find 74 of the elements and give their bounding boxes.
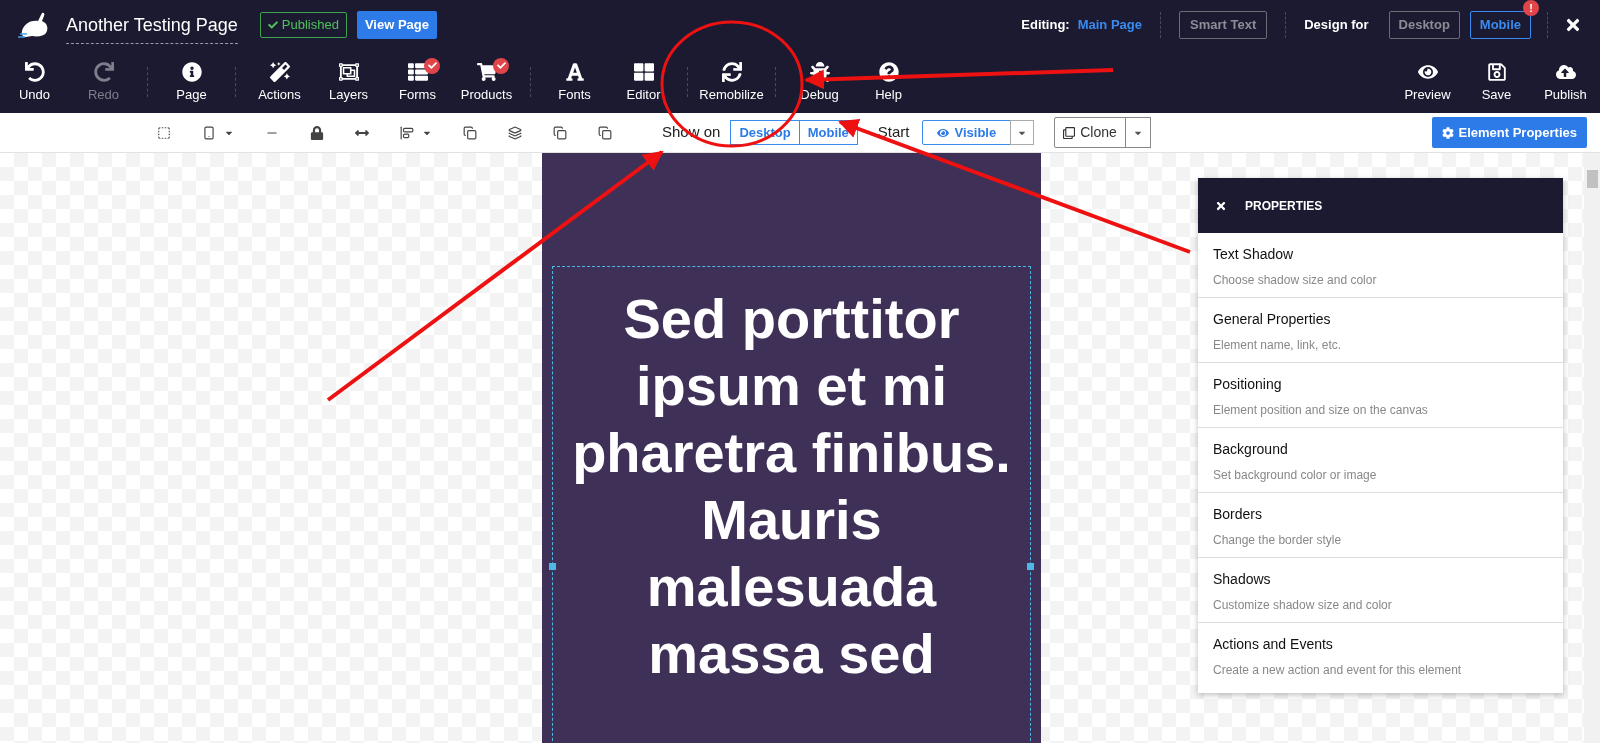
toolbar-button[interactable]: Page	[157, 51, 226, 112]
layers-icon	[338, 62, 359, 82]
heading-line: ipsum et mi	[634, 353, 949, 419]
property-item[interactable]: Background Set background color or image	[1198, 428, 1563, 493]
toolbar-button[interactable]: Save	[1462, 51, 1531, 112]
scrollbar-thumb[interactable]	[1586, 170, 1598, 188]
toolbar-button[interactable]: Layers	[314, 51, 383, 112]
bug-icon	[809, 62, 830, 82]
editing-label: Editing:	[1021, 16, 1070, 35]
layers-icon[interactable]	[508, 125, 522, 140]
info-icon	[181, 62, 202, 82]
check-badge-icon	[424, 57, 440, 74]
element-properties-button[interactable]: Element Properties	[1431, 116, 1587, 149]
redo-icon	[93, 62, 114, 82]
resize-handle[interactable]	[1027, 563, 1034, 570]
eye-icon	[1417, 62, 1438, 82]
cart-icon	[476, 62, 497, 82]
property-item[interactable]: Borders Change the border style	[1198, 493, 1563, 558]
toolbar-button[interactable]: Preview	[1393, 51, 1462, 112]
phone-icon[interactable]	[202, 125, 216, 140]
panel-title: PROPERTIES	[1245, 197, 1323, 215]
help-icon	[878, 62, 899, 82]
dashed-square-icon[interactable]	[157, 125, 171, 140]
page-title[interactable]: Another Testing Page	[66, 12, 238, 44]
eye-icon	[936, 126, 949, 139]
close-icon[interactable]	[1564, 16, 1582, 34]
toolbar-button[interactable]: Undo	[0, 51, 69, 112]
refresh-icon	[721, 62, 742, 82]
visibility-button[interactable]: Visible	[921, 119, 1012, 146]
list-icon	[407, 62, 428, 82]
heading-line: massa sed	[647, 621, 936, 687]
smart-text-button[interactable]: Smart Text	[1179, 11, 1268, 39]
toolbar-button[interactable]: Remobilize	[697, 51, 766, 112]
lock-icon[interactable]	[310, 125, 324, 140]
text-element-selection[interactable]: Sed porttitor ipsum et mi pharetra finibus. Mauris malesuada massa sed	[552, 266, 1031, 743]
heading-line: malesuada	[645, 554, 938, 620]
property-item[interactable]: General Properties Element name, link, etc.	[1198, 298, 1563, 363]
property-item[interactable]: Text Shadow Choose shadow size and color	[1198, 233, 1563, 298]
toolbar-button[interactable]: Products	[452, 51, 521, 112]
property-item[interactable]: Shadows Customize shadow size and color	[1198, 558, 1563, 623]
clone-button[interactable]: Clone	[1054, 117, 1126, 148]
start-label: Start	[877, 122, 910, 143]
alert-badge: !	[1523, 0, 1539, 17]
toolbar-button[interactable]: Actions	[245, 51, 314, 112]
property-item[interactable]: Actions and Events Create a new action and event for this element	[1198, 623, 1563, 688]
overlap-squares-icon[interactable]	[463, 125, 477, 140]
toolbar-button[interactable]: Editor	[609, 51, 678, 112]
close-icon[interactable]	[1215, 199, 1227, 212]
toolbar-button[interactable]: Forms	[383, 51, 452, 112]
editing-page-link[interactable]: Main Page	[1077, 15, 1142, 35]
clone-dropdown[interactable]	[1124, 117, 1151, 148]
check-badge-icon	[493, 57, 509, 74]
resize-handle[interactable]	[549, 563, 556, 570]
align-icon[interactable]	[400, 125, 414, 140]
check-icon	[267, 20, 278, 30]
font-icon	[564, 62, 585, 82]
toolbar-button[interactable]: Help	[854, 51, 923, 112]
cloud-upload-icon	[1555, 62, 1576, 82]
magic-wand-icon	[269, 62, 290, 82]
heading-line: pharetra finibus.	[571, 420, 1012, 486]
toolbar-button[interactable]: Fonts	[540, 51, 609, 112]
save-icon	[1486, 62, 1507, 82]
copy-icon	[1063, 126, 1076, 139]
status-badge: Published	[259, 12, 347, 38]
grid-icon	[633, 62, 654, 82]
toolbar-button[interactable]: Publish	[1531, 51, 1600, 112]
view-page-button[interactable]: View Page	[356, 11, 437, 39]
design-for-label: Design for	[1304, 16, 1369, 35]
heading-line: Mauris	[700, 487, 883, 553]
settings-icon	[1441, 126, 1454, 139]
property-item[interactable]: Positioning Element position and size on the canvas	[1198, 363, 1563, 428]
design-mode-button[interactable]: Desktop	[1388, 11, 1460, 39]
undo-icon	[24, 62, 45, 82]
heading-line: Sed porttitor	[622, 286, 961, 352]
